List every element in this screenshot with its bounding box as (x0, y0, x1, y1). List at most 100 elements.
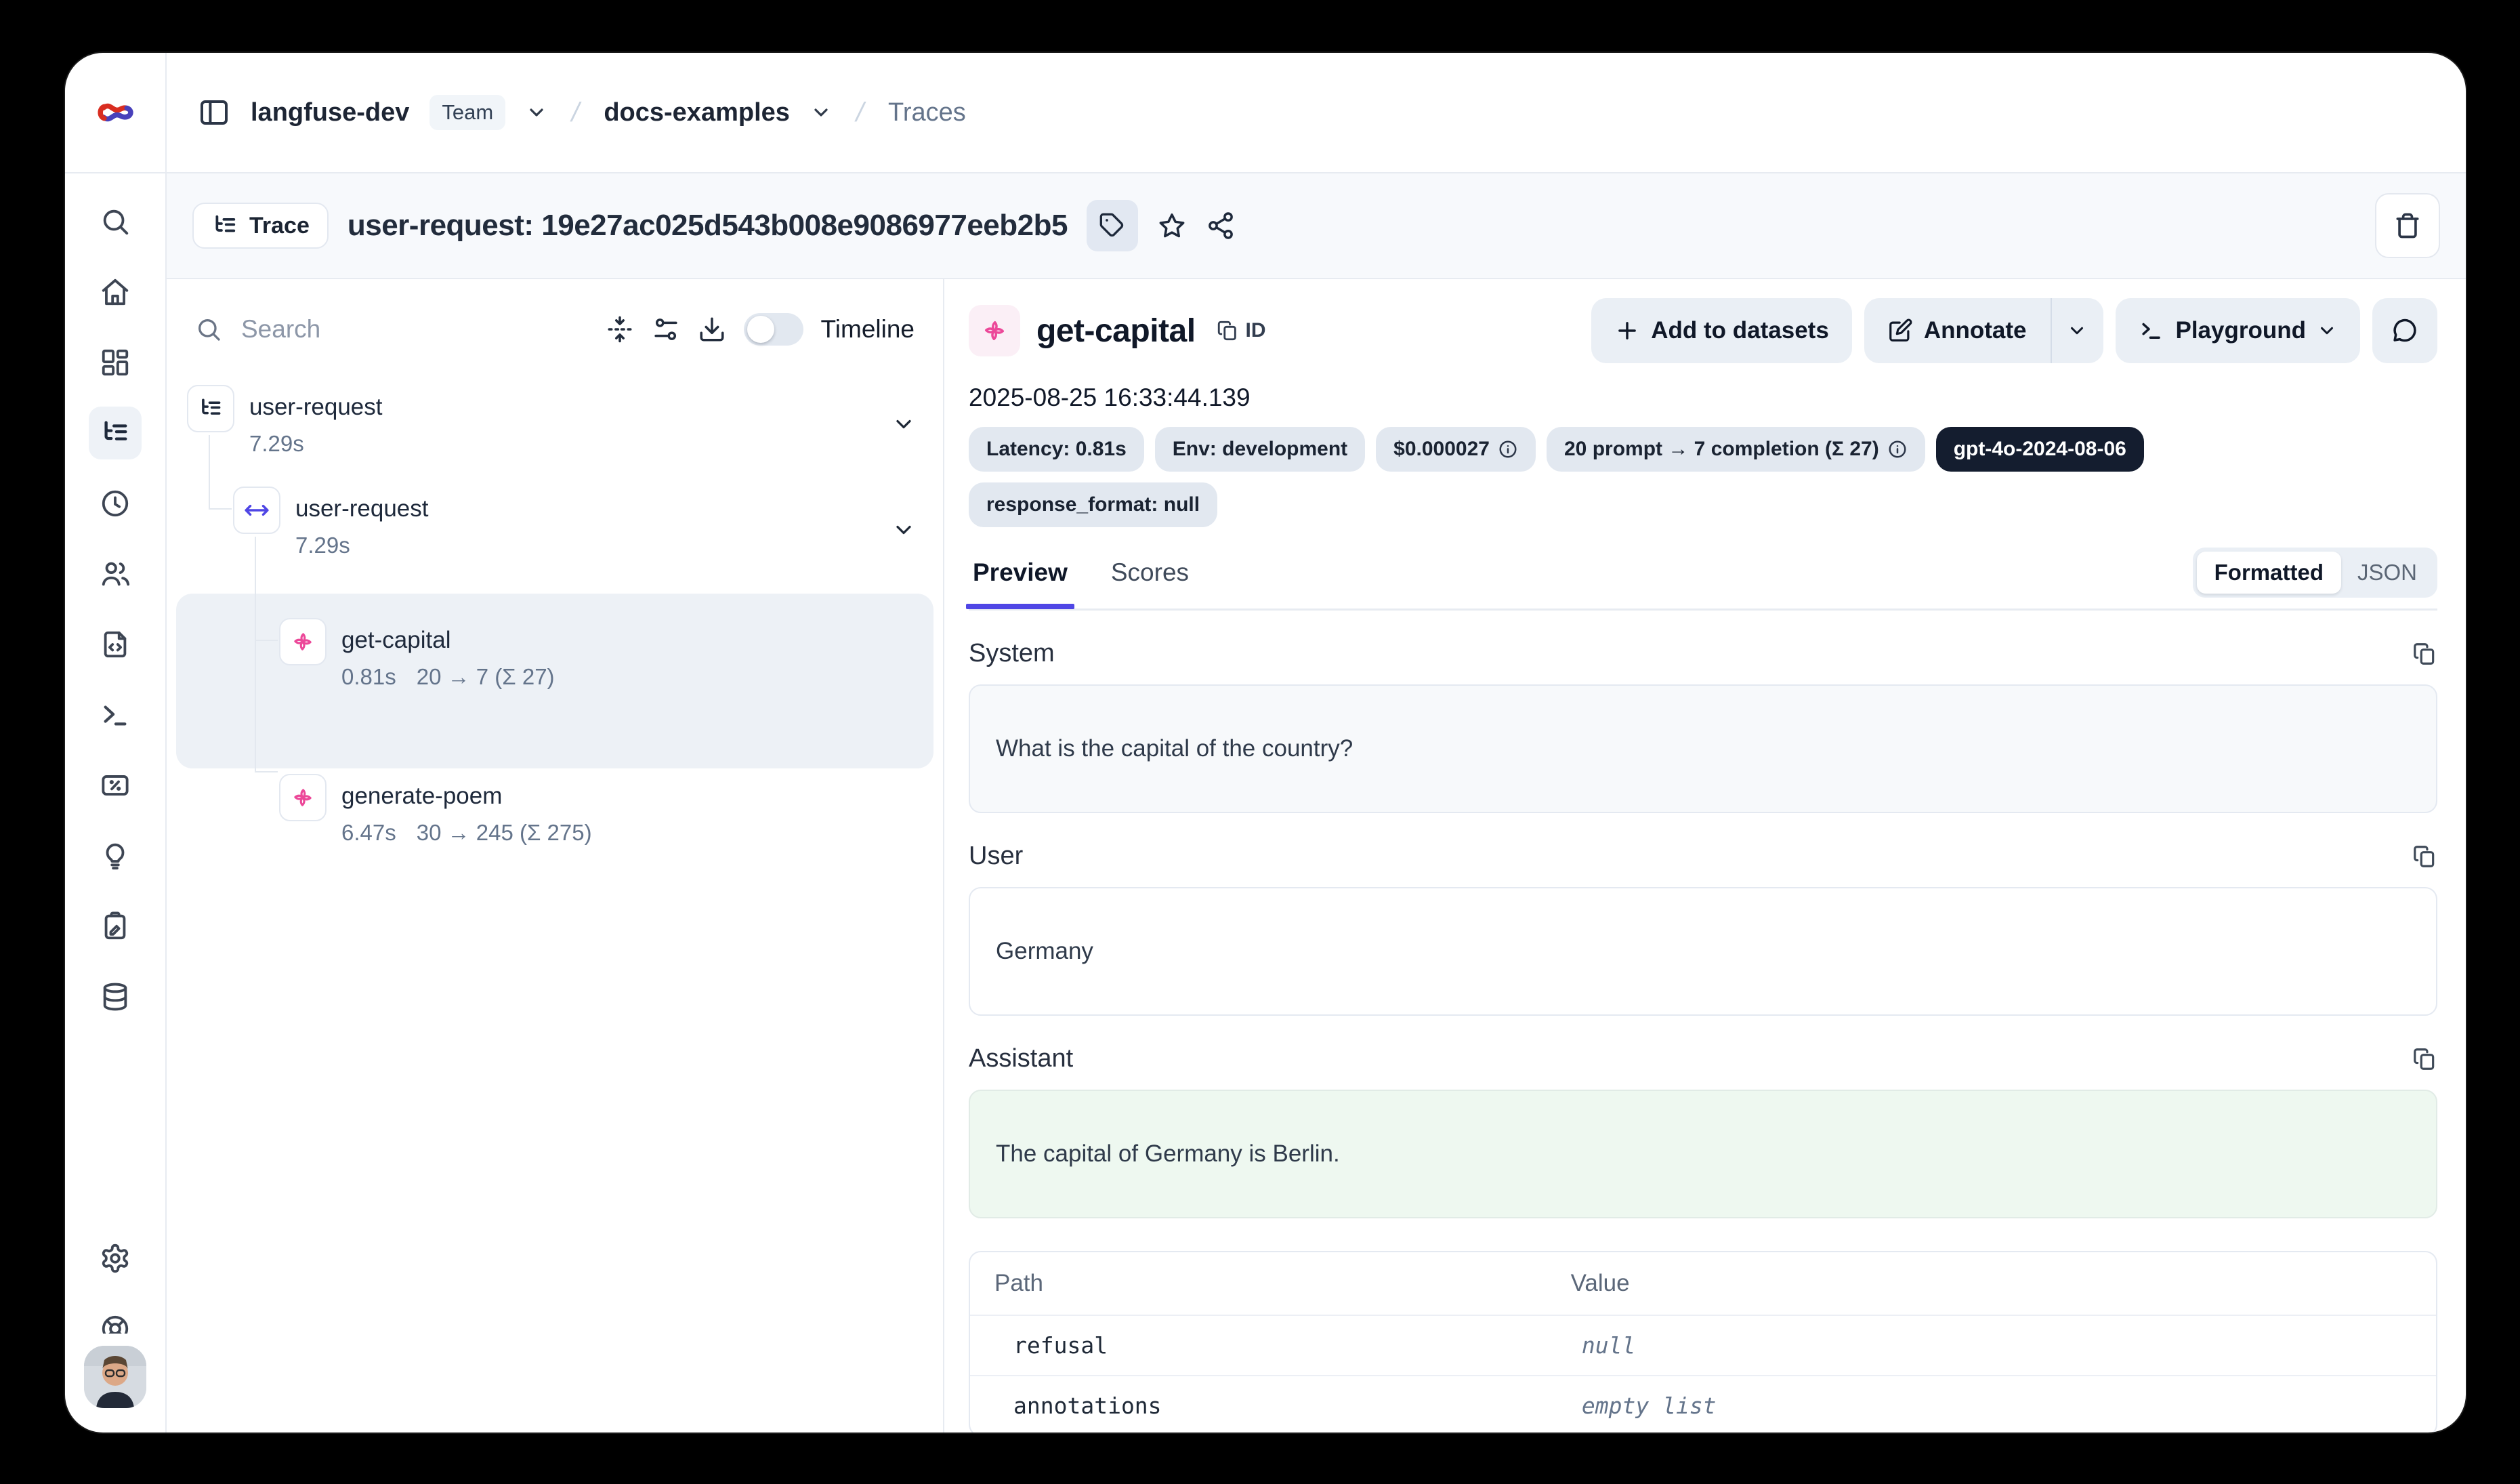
breadcrumb-org[interactable]: docs-examples (604, 98, 790, 127)
chevron-down-icon (2067, 321, 2087, 341)
nav-rail (65, 173, 167, 1433)
comments-button[interactable] (2372, 298, 2437, 363)
trace-node-icon (187, 385, 234, 432)
copy-section-button[interactable] (2412, 641, 2437, 667)
tab-preview[interactable]: Preview (969, 549, 1072, 607)
format-json-option[interactable]: JSON (2341, 552, 2433, 594)
playground-label: Playground (2175, 317, 2306, 344)
user-avatar[interactable] (84, 1346, 146, 1408)
sidebar-item-datasets[interactable] (100, 981, 131, 1012)
breadcrumb-page[interactable]: Traces (888, 98, 966, 127)
sidebar-item-users[interactable] (100, 558, 131, 590)
search-input[interactable] (240, 314, 588, 344)
sidebar-item-prompts[interactable] (100, 629, 131, 660)
observation-timestamp: 2025-08-25 16:33:44.139 (969, 384, 2437, 412)
observation-badges: Latency: 0.81s Env: development $0.00002… (969, 427, 2269, 527)
copy-section-button[interactable] (2412, 844, 2437, 869)
logo-cell (65, 53, 167, 173)
trash-icon (2393, 211, 2422, 241)
section-title: Assistant (969, 1044, 1073, 1073)
tree-connector (209, 435, 210, 510)
breadcrumb-project[interactable]: langfuse-dev (251, 98, 409, 127)
tree-item-user-request-span[interactable]: user-request 7.29s (176, 487, 933, 588)
section-title: User (969, 842, 1023, 871)
timeline-toggle[interactable] (744, 313, 803, 346)
annotate-label: Annotate (1924, 317, 2027, 344)
response-format-badge: response_format: null (969, 482, 1217, 527)
collapse-chevron-icon[interactable] (891, 518, 916, 542)
share-button[interactable] (1206, 211, 1236, 241)
sidebar-item-playground[interactable] (100, 699, 131, 730)
output-properties-table: Path Value refusal null annotations empt… (969, 1251, 2437, 1433)
system-message-text: What is the capital of the country? (996, 735, 1353, 762)
tree-item-generate-poem[interactable]: generate-poem 6.47s 30 → 245 (Σ 275) (176, 774, 933, 875)
delete-trace-button[interactable] (2375, 193, 2440, 258)
add-to-datasets-button[interactable]: Add to datasets (1591, 298, 1852, 363)
format-formatted-option[interactable]: Formatted (2197, 552, 2341, 594)
tree-item-tokens: 30 → 245 (Σ 275) (417, 820, 592, 846)
column-value: Value (1571, 1270, 2412, 1297)
sidebar-item-scores[interactable] (100, 770, 131, 801)
collapse-chevron-icon[interactable] (891, 412, 916, 436)
tree-connector (255, 640, 278, 641)
tab-scores[interactable]: Scores (1107, 549, 1193, 607)
main-area: Trace user-request: 19e27ac025d543b008e9… (167, 173, 2466, 1433)
latency-badge: Latency: 0.81s (969, 427, 1144, 472)
tree-item-duration: 7.29s (295, 533, 350, 558)
tree-item-duration: 6.47s (341, 820, 396, 846)
sidebar-item-support[interactable] (100, 1313, 131, 1334)
sidebar-item-dashboards[interactable] (100, 347, 131, 378)
observation-title: get-capital (1036, 312, 1196, 350)
top-navbar: langfuse-dev Team / docs-examples / Trac… (167, 53, 2466, 173)
tree-item-user-request-root[interactable]: user-request 7.29s (176, 385, 933, 487)
sidebar-item-settings[interactable] (100, 1243, 131, 1274)
fold-vertical-icon (606, 315, 634, 344)
tag-icon (1099, 212, 1126, 239)
tag-button[interactable] (1087, 200, 1138, 251)
sidebar-item-evals[interactable] (100, 840, 131, 871)
observation-header: get-capital ID Add to datasets Annotate (969, 298, 2437, 363)
model-badge[interactable]: gpt-4o-2024-08-06 (1936, 427, 2144, 472)
tree-item-label: generate-poem (341, 774, 592, 819)
sliders-icon (652, 315, 680, 344)
sidebar-item-annotation[interactable] (100, 911, 131, 942)
sidebar-item-traces[interactable] (89, 407, 142, 459)
generation-node-icon (279, 774, 327, 821)
tree-item-duration: 7.29s (249, 431, 304, 457)
tree-item-get-capital[interactable]: get-capital 0.81s 20 → 7 (Σ 27) (176, 594, 933, 768)
bookmark-star-button[interactable] (1157, 211, 1187, 241)
tree-settings-button[interactable] (652, 315, 680, 344)
column-path: Path (994, 1270, 1590, 1297)
section-title: System (969, 639, 1055, 668)
annotate-button[interactable]: Annotate (1864, 298, 2104, 363)
user-message-text: Germany (996, 938, 1093, 965)
plus-icon (1614, 318, 1640, 344)
project-switcher-chevron-icon[interactable] (526, 102, 547, 123)
copy-section-button[interactable] (2412, 1046, 2437, 1072)
download-button[interactable] (698, 315, 726, 344)
chat-bubble-icon (2391, 316, 2419, 345)
tree-connector (255, 771, 278, 772)
trace-tree: user-request 7.29s user-reques (176, 385, 933, 875)
trace-type-badge: Trace (192, 203, 329, 249)
sidebar-item-search[interactable] (100, 206, 131, 237)
table-row: annotations empty list (970, 1375, 2436, 1433)
trace-header: Trace user-request: 19e27ac025d543b008e9… (167, 173, 2466, 279)
toggle-knob (747, 316, 774, 343)
org-switcher-chevron-icon[interactable] (810, 102, 832, 123)
section-user-header: User (969, 842, 2437, 871)
system-message-card: What is the capital of the country? (969, 684, 2437, 813)
playground-button[interactable]: Playground (2116, 298, 2360, 363)
collapse-all-button[interactable] (606, 315, 634, 344)
tokens-badge[interactable]: 20 prompt → 7 completion (Σ 27) (1547, 427, 1925, 472)
tree-connector (209, 508, 232, 510)
observation-detail-panel: get-capital ID Add to datasets Annotate (944, 279, 2466, 1433)
sidebar-toggle-icon[interactable] (198, 96, 230, 129)
section-system-header: System (969, 639, 2437, 668)
sidebar-item-home[interactable] (100, 276, 131, 308)
langfuse-logo-icon[interactable] (96, 98, 134, 127)
copy-id-button[interactable]: ID (1216, 319, 1266, 342)
cost-badge[interactable]: $0.000027 (1376, 427, 1536, 472)
sidebar-item-sessions[interactable] (100, 488, 131, 519)
path-cell: annotations (1013, 1393, 1601, 1419)
